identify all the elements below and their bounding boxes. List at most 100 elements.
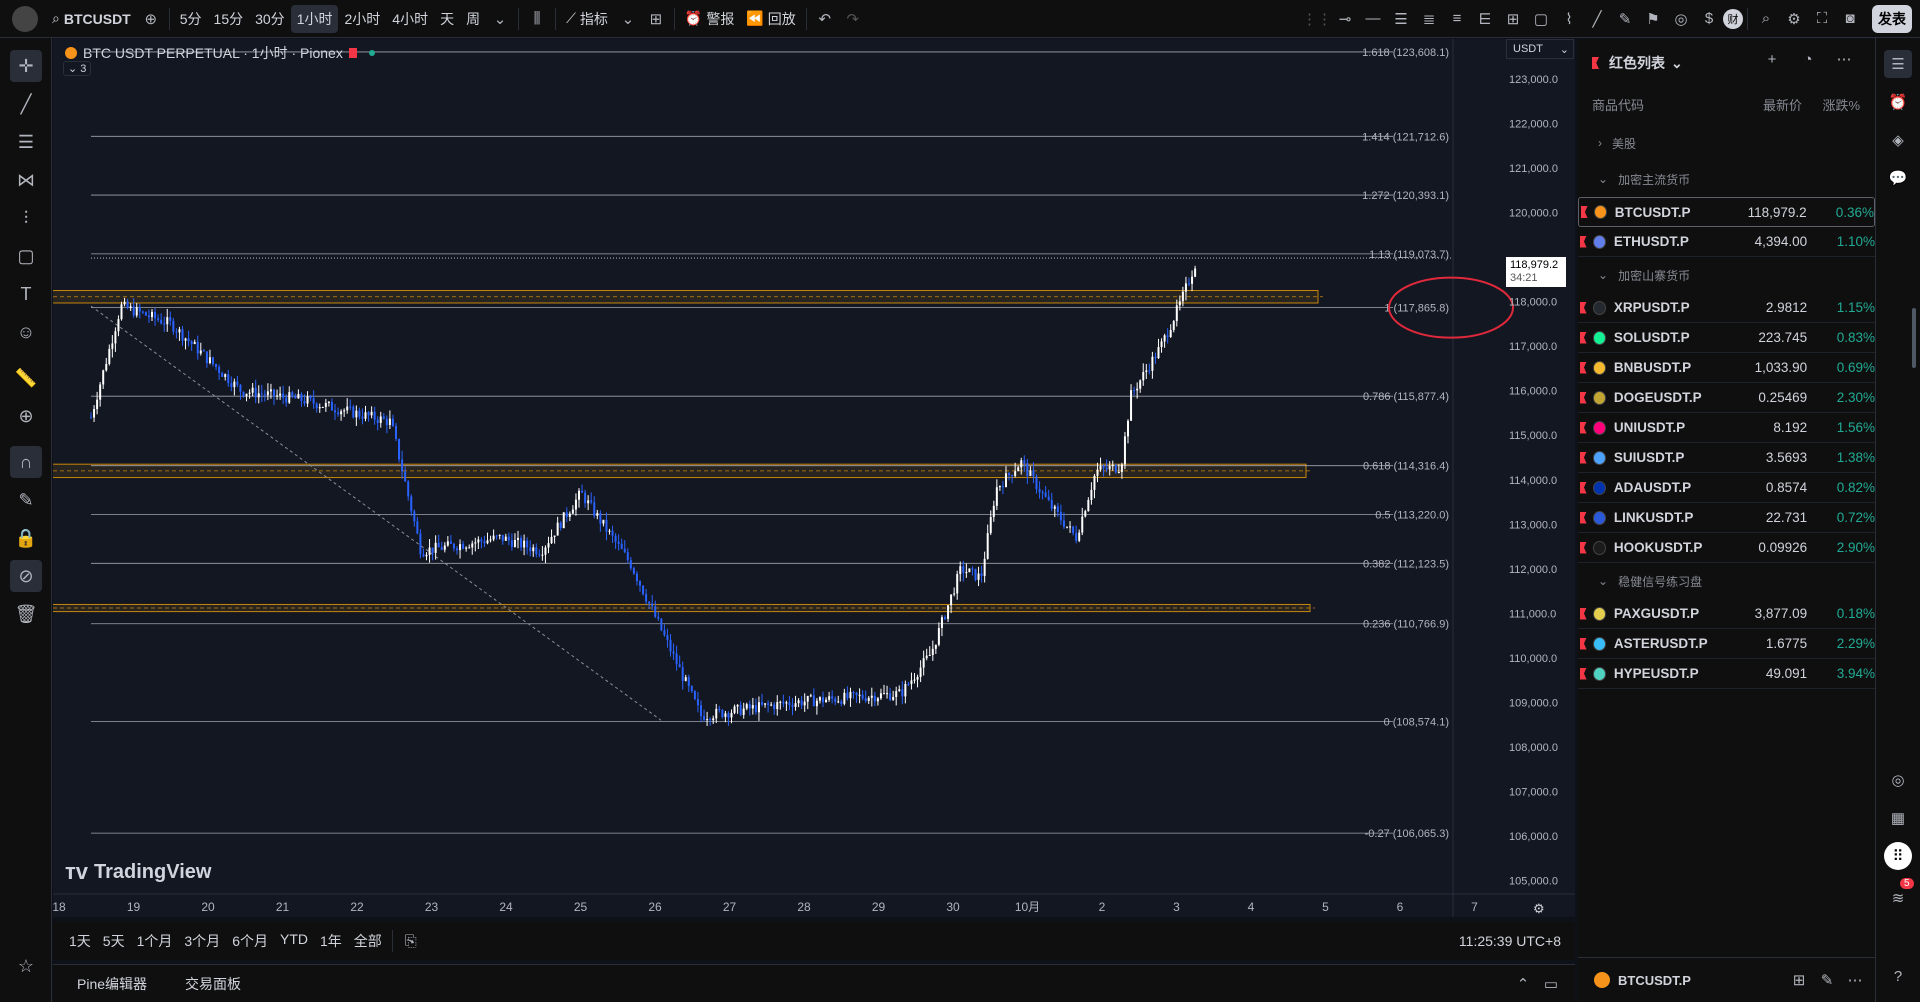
watchlist-group[interactable]: ⌄ 加密主流货币: [1598, 165, 1690, 193]
alert-button[interactable]: ⏰ 警报: [679, 5, 740, 33]
interval-7[interactable]: 周: [460, 5, 486, 33]
go-to-date-icon[interactable]: ⎘: [397, 927, 425, 955]
symbol-search[interactable]: ⌕ BTCUSDT: [46, 5, 137, 33]
price-zone[interactable]: [47, 603, 1311, 613]
more-icon[interactable]: ⋯: [1841, 966, 1869, 994]
redo-icon[interactable]: ↷: [839, 5, 867, 33]
fib-fan-icon[interactable]: ⋿: [1471, 5, 1499, 33]
chevron-down-icon[interactable]: ⌄: [614, 5, 642, 33]
text-icon[interactable]: T: [10, 278, 42, 310]
grid-icon[interactable]: ⊞: [1499, 5, 1527, 33]
watchlist-row[interactable]: PAXGUSDT.P 3,877.09 0.18%: [1578, 599, 1875, 629]
column-symbol[interactable]: 商品代码: [1592, 95, 1722, 114]
ruler-icon[interactable]: 📏: [10, 362, 42, 394]
flag-icon[interactable]: [1580, 541, 1587, 554]
clock[interactable]: 11:25:39 UTC+8: [1453, 933, 1567, 949]
range-button-4[interactable]: 6个月: [226, 931, 274, 951]
watchlist-row[interactable]: SUIUSDT.P 3.5693 1.38%: [1578, 443, 1875, 473]
interval-0[interactable]: 5分: [174, 5, 208, 33]
alarm-icon[interactable]: ⏰: [1884, 88, 1912, 116]
flag-icon[interactable]: [1580, 511, 1587, 524]
trend-line-icon[interactable]: ╱: [1583, 5, 1611, 33]
settings-icon[interactable]: ⚙: [1780, 5, 1808, 33]
watchlist-row[interactable]: XRPUSDT.P 2.9812 1.15%: [1578, 293, 1875, 323]
column-change[interactable]: 涨跌%: [1802, 95, 1860, 114]
target-icon[interactable]: ◎: [1667, 5, 1695, 33]
price-axis[interactable]: 123,000.0 122,000.0 121,000.0 120,000.0 118,…: [1509, 74, 1558, 888]
interval-4[interactable]: 2小时: [338, 5, 386, 33]
lock-icon[interactable]: 🔒: [10, 522, 42, 554]
bottom-tab-1[interactable]: 交易面板: [179, 974, 247, 994]
watchlist-title[interactable]: 红色列表 ⌄: [1590, 53, 1683, 73]
hide-drawings-icon[interactable]: ⊘: [10, 560, 42, 592]
flag-icon[interactable]: [1580, 361, 1587, 374]
tradingview-watermark[interactable]: ᴛᴠ TradingView: [65, 859, 211, 885]
price-note-icon[interactable]: $: [1695, 5, 1723, 33]
fib-channel-icon[interactable]: ≡: [1443, 5, 1471, 33]
range-button-6[interactable]: 1年: [314, 931, 348, 951]
indicators-button[interactable]: ⟋ 指标: [560, 5, 614, 33]
flag-icon[interactable]: [1580, 301, 1587, 314]
zoom-in-icon[interactable]: ⊕: [10, 400, 42, 432]
camera-icon[interactable]: ◙: [1836, 5, 1864, 33]
footer-symbol[interactable]: BTCUSDT.P: [1618, 973, 1691, 988]
watchlist-row[interactable]: HYPEUSDT.P 49.091 3.94%: [1578, 659, 1875, 689]
watchlist-row[interactable]: BNBUSDT.P 1,033.90 0.69%: [1578, 353, 1875, 383]
column-last[interactable]: 最新价: [1722, 95, 1802, 114]
watchlist-row[interactable]: DOGEUSDT.P 0.25469 2.30%: [1578, 383, 1875, 413]
horizontal-ray-icon[interactable]: ⊸: [1331, 5, 1359, 33]
flag-icon[interactable]: [1580, 451, 1587, 464]
candle-type-icon[interactable]: ⫼: [523, 5, 551, 33]
crosshair-icon[interactable]: ✛: [10, 50, 42, 82]
target-icon[interactable]: ◎: [1884, 766, 1912, 794]
chat-icon[interactable]: 💬: [1884, 164, 1912, 192]
currency-selector[interactable]: USDT ⌄: [1506, 39, 1574, 59]
horizontal-line-icon[interactable]: —: [1359, 5, 1387, 33]
brush-icon[interactable]: ✎: [1611, 5, 1639, 33]
flag-icon[interactable]: [1580, 391, 1587, 404]
fib-retracement-icon[interactable]: ☰: [10, 126, 42, 158]
parallel-channel-icon[interactable]: ≣: [1415, 5, 1443, 33]
range-button-3[interactable]: 3个月: [178, 931, 226, 951]
replay-button[interactable]: ⏪ 回放: [740, 5, 801, 33]
maximize-icon[interactable]: ▭: [1537, 970, 1565, 998]
drag-handle-icon[interactable]: ⋮⋮: [1302, 5, 1332, 33]
path-icon[interactable]: ⌇: [1555, 5, 1583, 33]
watchlist-icon[interactable]: ☰: [1884, 50, 1912, 78]
range-button-2[interactable]: 1个月: [131, 931, 179, 951]
interval-2[interactable]: 30分: [249, 5, 291, 33]
interval-3[interactable]: 1小时: [290, 4, 339, 33]
layers-icon[interactable]: ◈: [1884, 126, 1912, 154]
trend-line-icon[interactable]: ╱: [10, 88, 42, 120]
flag-icon[interactable]: [1580, 607, 1587, 620]
watchlist-row[interactable]: LINKUSDT.P 22.731 0.72%: [1578, 503, 1875, 533]
quick-search-icon[interactable]: ⌕: [1752, 5, 1780, 33]
watchlist-row[interactable]: ASTERUSDT.P 1.6775 2.29%: [1578, 629, 1875, 659]
geometry-icon[interactable]: ▢: [10, 240, 42, 272]
scrollbar[interactable]: [1912, 308, 1916, 368]
edit-icon[interactable]: ✎: [1813, 966, 1841, 994]
flag-icon[interactable]: [1581, 206, 1588, 218]
layouts-icon[interactable]: ⊞: [642, 5, 670, 33]
interval-1[interactable]: 15分: [208, 5, 250, 33]
user-avatar[interactable]: [12, 5, 38, 32]
interval-5[interactable]: 4小时: [386, 5, 434, 33]
watchlist-row[interactable]: ETHUSDT.P 4,394.00 1.10%: [1578, 227, 1875, 257]
flag-icon[interactable]: [1580, 235, 1587, 248]
range-button-5[interactable]: YTD: [274, 931, 314, 951]
flag-icon[interactable]: [1580, 421, 1587, 434]
flag-icon[interactable]: [348, 48, 357, 58]
watchlist-row[interactable]: HOOKUSDT.P 0.09926 2.90%: [1578, 533, 1875, 563]
range-button-1[interactable]: 5天: [97, 931, 131, 951]
emoji-icon[interactable]: ☺: [10, 316, 42, 348]
flag-icon[interactable]: [1580, 331, 1587, 344]
fullscreen-icon[interactable]: ⛶: [1808, 5, 1836, 33]
fib-retracement-icon[interactable]: ☰: [1387, 5, 1415, 33]
flag-icon[interactable]: [1580, 667, 1587, 680]
pie-chart-icon[interactable]: ◔: [1794, 45, 1822, 73]
add-symbol-icon[interactable]: +: [1758, 45, 1786, 73]
watchlist-row[interactable]: BTCUSDT.P 118,979.2 0.36%: [1578, 197, 1875, 227]
undo-icon[interactable]: ↶: [811, 5, 839, 33]
rectangle-icon[interactable]: ▢: [1527, 5, 1555, 33]
settings-icon[interactable]: ⚙: [1533, 901, 1545, 917]
